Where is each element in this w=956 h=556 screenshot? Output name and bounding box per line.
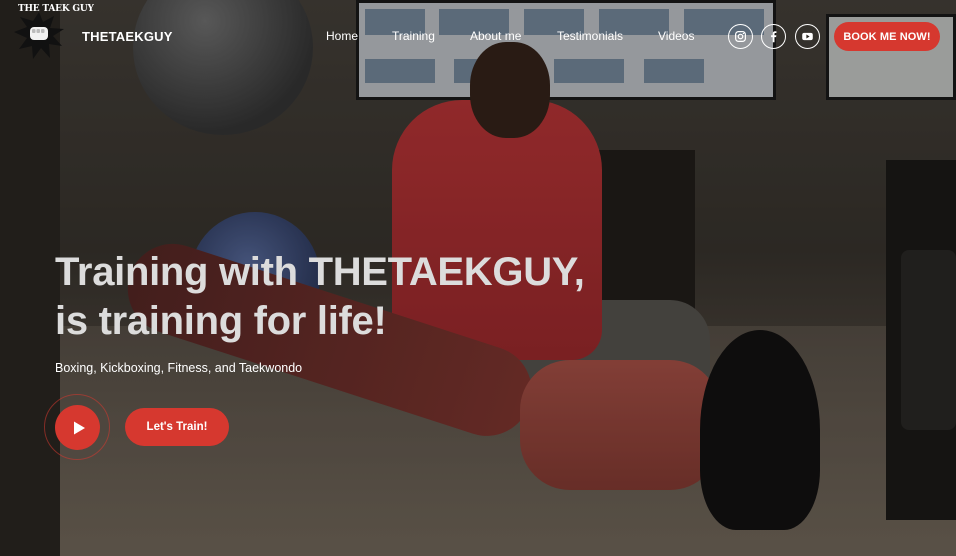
nav-about-me[interactable]: About me [470, 29, 521, 43]
logo-wordmark: THE TAEK GUY [18, 4, 94, 14]
lets-train-button[interactable]: Let's Train! [125, 408, 229, 446]
youtube-icon [802, 32, 813, 41]
hero-headline-line-2: is training for life! [55, 299, 387, 343]
site-logo[interactable]: THE TAEK GUY [8, 2, 94, 64]
hero-headline-line-1: Training with THETAEKGUY, [55, 250, 585, 294]
book-me-now-button[interactable]: BOOK ME NOW! [834, 22, 940, 51]
hero-headline: Training with THETAEKGUY, is training fo… [55, 248, 655, 346]
brand-name-link[interactable]: THETAEKGUY [82, 29, 173, 44]
play-video-button[interactable] [55, 405, 100, 450]
nav-testimonials[interactable]: Testimonials [557, 29, 623, 43]
nav-videos[interactable]: Videos [658, 29, 694, 43]
youtube-link[interactable] [795, 24, 820, 49]
hero-subtitle: Boxing, Kickboxing, Fitness, and Taekwon… [55, 361, 303, 375]
play-icon [74, 421, 85, 434]
nav-home[interactable]: Home [326, 29, 358, 43]
facebook-icon [771, 31, 777, 43]
facebook-link[interactable] [761, 24, 786, 49]
site-header: THE TAEK GUY THETAEKGUY Home Training Ab… [0, 0, 956, 72]
nav-training[interactable]: Training [392, 29, 435, 43]
instagram-link[interactable] [728, 24, 753, 49]
instagram-icon [735, 31, 746, 42]
